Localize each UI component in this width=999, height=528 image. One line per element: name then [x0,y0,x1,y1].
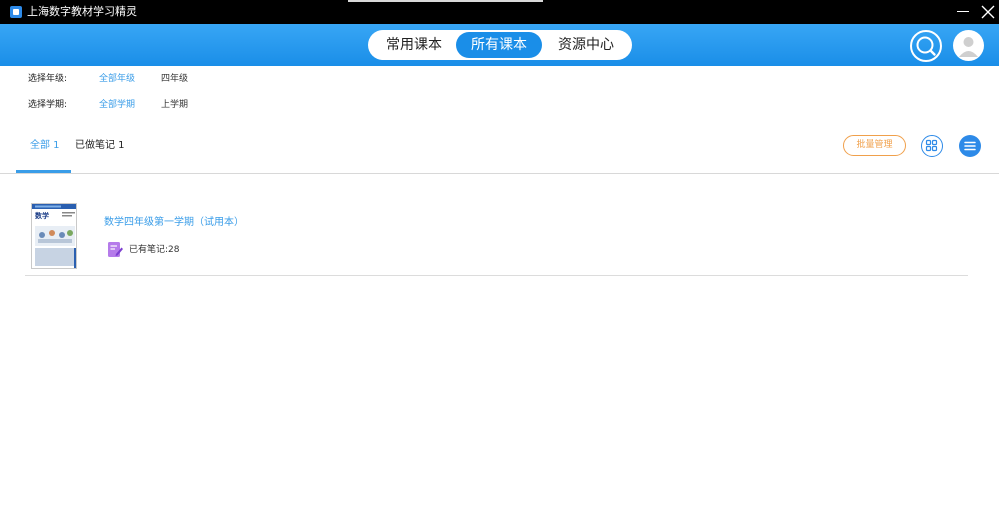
minimize-icon[interactable] [957,11,969,12]
title-bar-accent [348,0,543,2]
book-list-item[interactable]: 数学 数学四年级第一学期（试用本） 已有笔记:28 [25,198,968,276]
batch-manage-button[interactable]: 批量管理 [843,135,906,156]
subtab-all[interactable]: 全部 1 [30,139,60,152]
app-title: 上海数字教材学习精灵 [27,5,137,18]
book-note-count: 已有笔记:28 [129,245,180,255]
search-button[interactable] [910,30,942,62]
tab-resource-center[interactable]: 资源中心 [544,32,628,58]
term-option-all[interactable]: 全部学期 [99,99,135,111]
list-view-icon [964,141,976,151]
title-bar: 上海数字教材学习精灵 [0,0,999,24]
book-cover-art: 数学 [32,204,76,268]
user-avatar-icon [959,37,978,57]
grade-filter-label: 选择年级: [28,74,68,84]
term-filter-label: 选择学期: [28,100,68,110]
grade-option-grade4[interactable]: 四年级 [161,73,188,85]
tab-common-textbooks[interactable]: 常用课本 [374,32,454,58]
book-title[interactable]: 数学四年级第一学期（试用本） [104,216,244,230]
grid-view-icon [925,139,938,152]
subtab-divider [0,173,999,174]
header-bar: 常用课本 所有课本 资源中心 [0,24,999,66]
subtab-noted[interactable]: 已做笔记 1 [75,139,125,152]
list-view-button[interactable] [959,135,981,157]
main-tabs: 常用课本 所有课本 资源中心 [368,30,632,60]
book-cover-title: 数学 [35,211,49,220]
book-cover[interactable]: 数学 [31,203,77,269]
user-avatar[interactable] [953,30,984,61]
close-icon[interactable] [980,4,996,20]
app-logo-icon [10,6,22,18]
search-icon [916,36,936,56]
grid-view-button[interactable] [921,135,943,157]
grade-option-all[interactable]: 全部年级 [99,73,135,85]
tab-all-textbooks[interactable]: 所有课本 [456,32,542,58]
note-edit-icon [108,242,123,257]
term-option-first[interactable]: 上学期 [161,99,188,111]
